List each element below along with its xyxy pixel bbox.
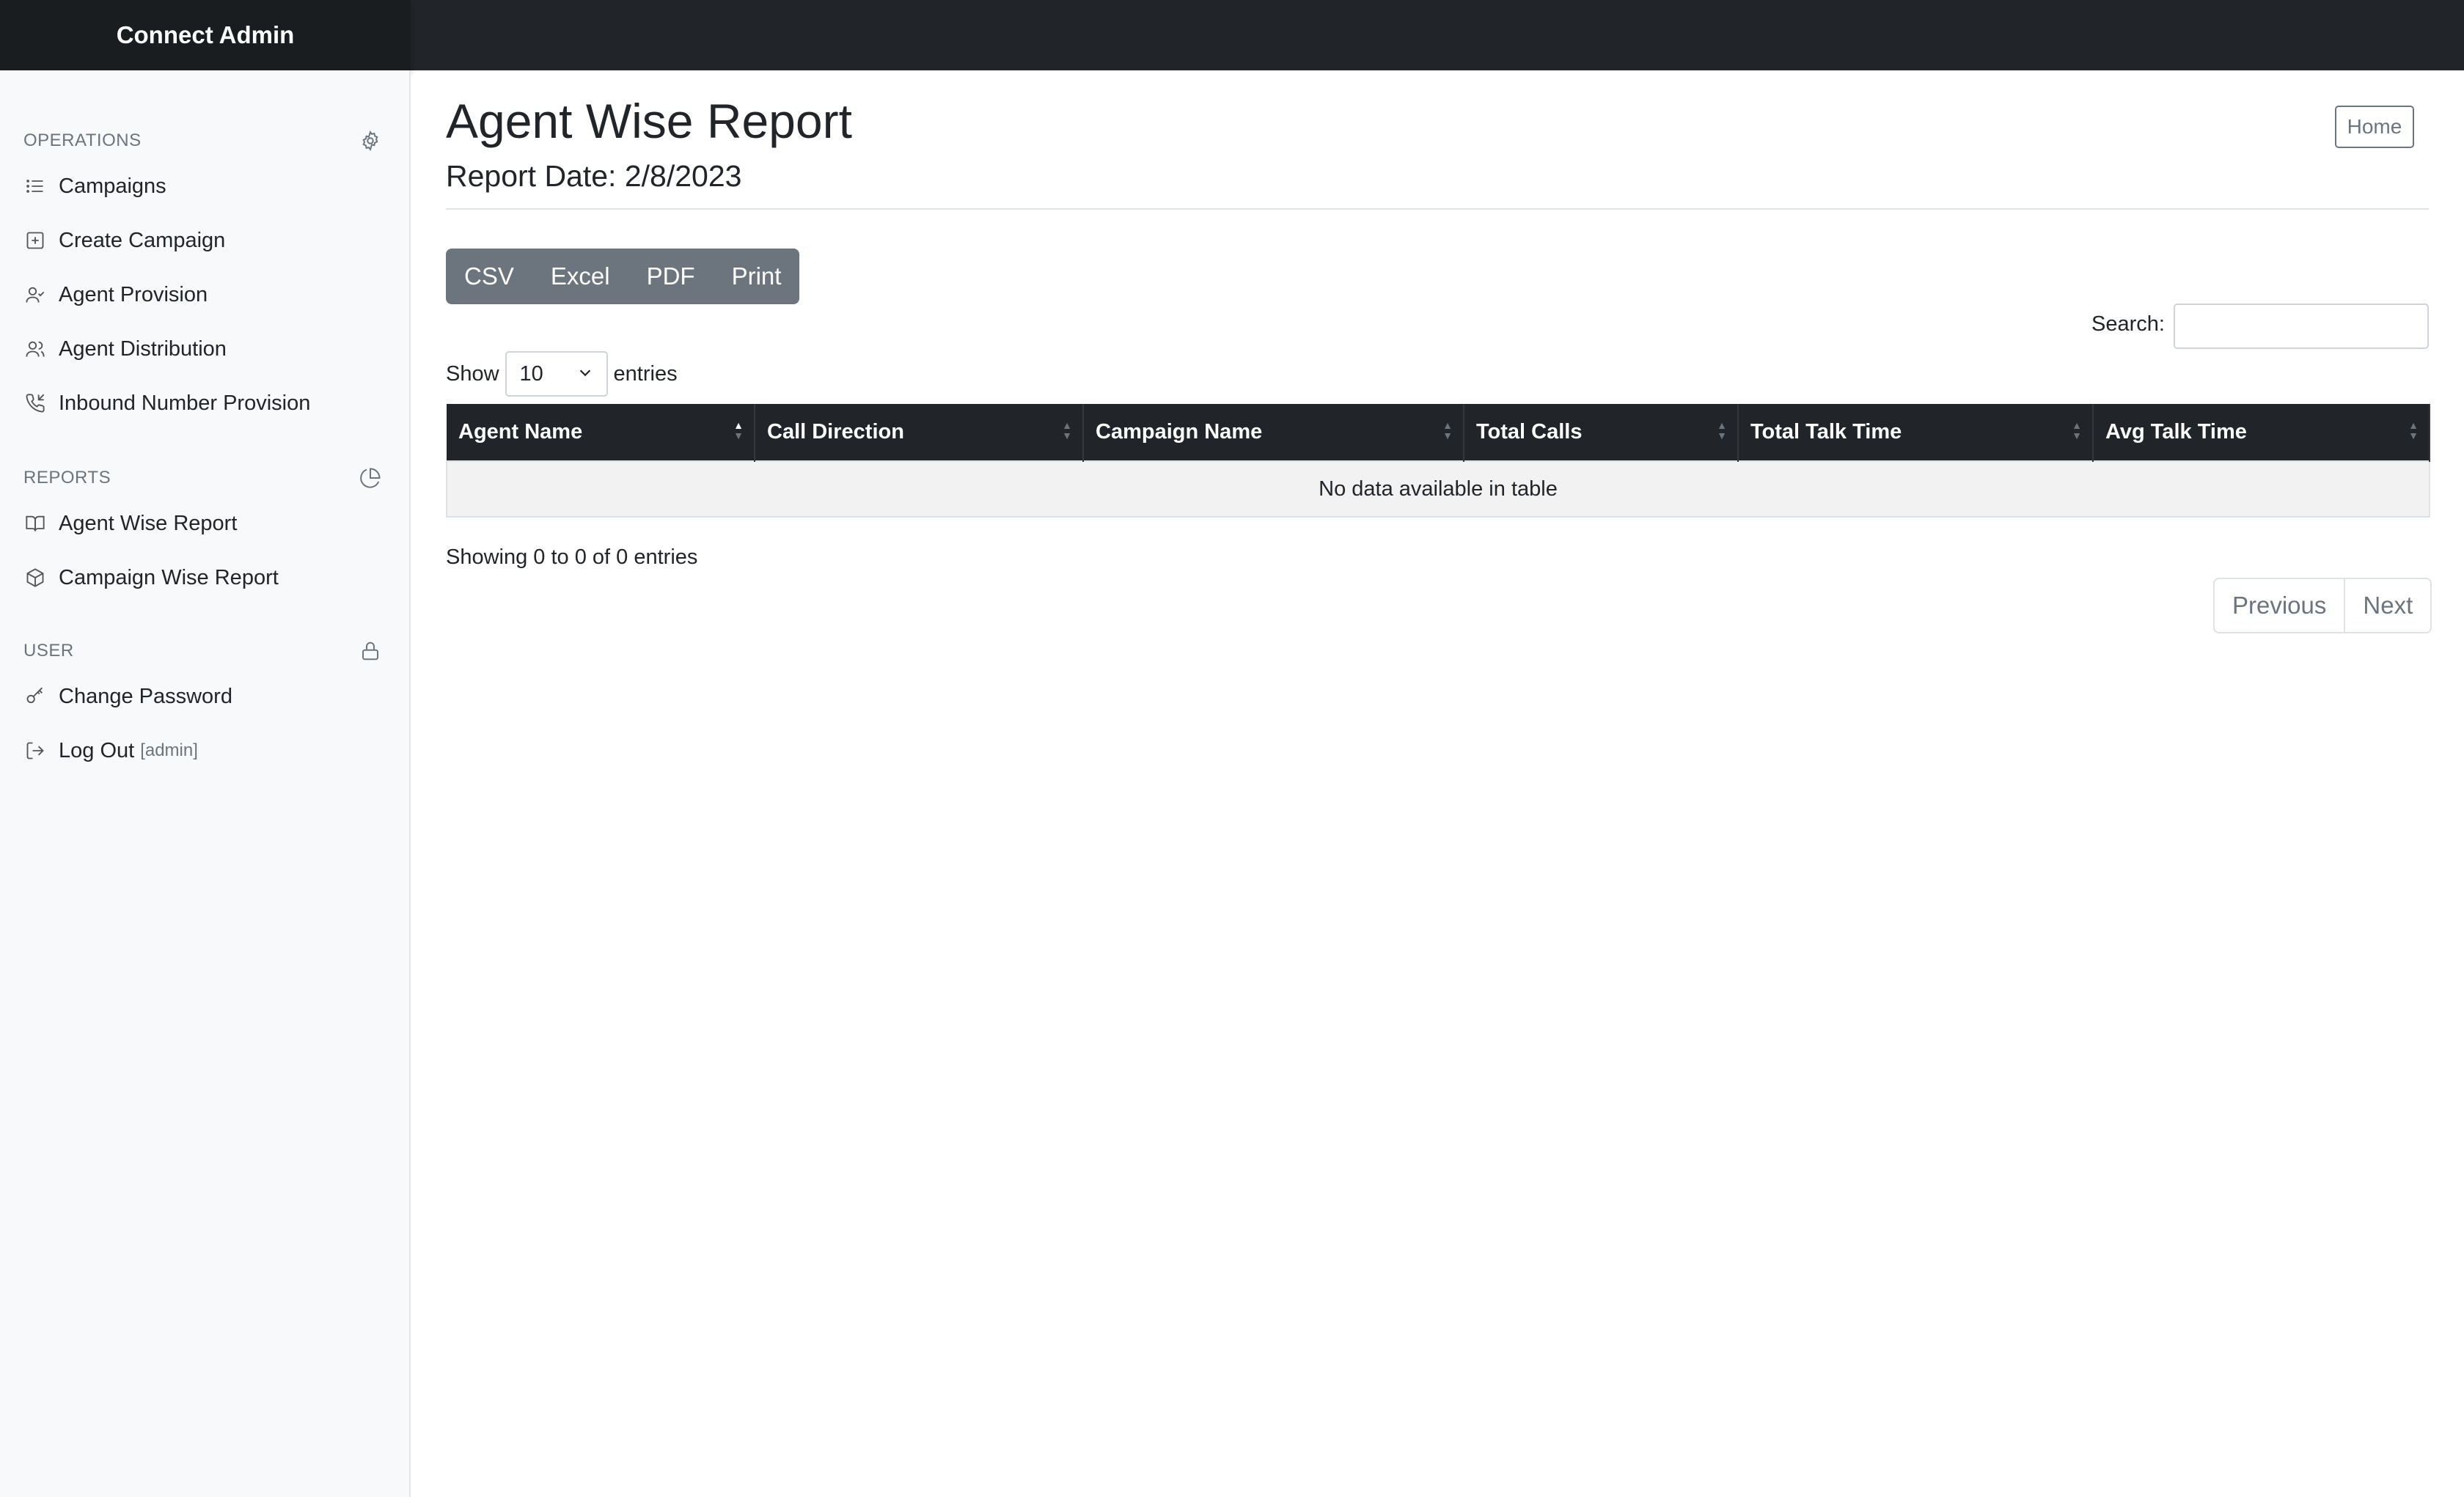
- sidebar-item-label: Campaigns: [59, 174, 166, 198]
- sidebar-heading-user: USER: [23, 636, 383, 666]
- log-out-icon: [23, 739, 47, 762]
- user-check-icon: [23, 283, 47, 306]
- sidebar-item-agent-wise-report[interactable]: Agent Wise Report: [23, 504, 390, 542]
- sidebar-item-label: Change Password: [59, 684, 232, 708]
- export-button-group: CSV Excel PDF Print: [446, 249, 800, 304]
- previous-page-button[interactable]: Previous: [2215, 579, 2344, 632]
- data-table: Agent Name ▲ ▼ Call Direction ▲ ▼ Campaign N…: [446, 404, 2430, 518]
- entries-label: entries: [613, 361, 678, 386]
- entries-length-control: Show 10 entries: [446, 350, 678, 397]
- excel-button[interactable]: Excel: [532, 249, 628, 304]
- print-button[interactable]: Print: [713, 249, 800, 304]
- sort-icon: ▲ ▼: [1442, 419, 1453, 441]
- column-header-agent-name[interactable]: Agent Name ▲ ▼: [447, 404, 755, 461]
- column-header-total-talk-time[interactable]: Total Talk Time ▲ ▼: [1738, 404, 2094, 461]
- sidebar-item-create-campaign[interactable]: Create Campaign: [23, 221, 390, 260]
- column-header-avg-talk-time[interactable]: Avg Talk Time ▲ ▼: [2093, 404, 2430, 461]
- table-header-row: Agent Name ▲ ▼ Call Direction ▲ ▼ Campaign N…: [447, 404, 2430, 461]
- page-title: Agent Wise Report: [446, 94, 852, 148]
- sidebar-heading-label: REPORTS: [23, 468, 111, 488]
- report-date: Report Date: 2/8/2023: [446, 159, 742, 193]
- search-input[interactable]: [2174, 304, 2429, 349]
- book-open-icon: [23, 512, 47, 535]
- lock-icon[interactable]: [358, 639, 383, 663]
- sort-icon: ▲ ▼: [1717, 419, 1727, 441]
- sort-icon: ▲ ▼: [733, 419, 744, 441]
- empty-table-message: No data available in table: [446, 460, 2430, 518]
- sidebar-item-label: Inbound Number Provision: [59, 391, 311, 415]
- pagination: Previous Next: [2213, 578, 2432, 633]
- plus-square-icon: [23, 229, 47, 252]
- column-header-campaign-name[interactable]: Campaign Name ▲ ▼: [1083, 404, 1464, 461]
- sort-icon: ▲ ▼: [2072, 419, 2082, 441]
- sidebar-item-agent-distribution[interactable]: Agent Distribution: [23, 330, 390, 368]
- sidebar-heading-operations: OPERATIONS: [23, 126, 383, 155]
- next-page-button[interactable]: Next: [2344, 579, 2431, 632]
- column-header-call-direction[interactable]: Call Direction ▲ ▼: [755, 404, 1084, 461]
- show-label: Show: [446, 361, 499, 386]
- chevron-down-icon: [577, 362, 593, 386]
- sidebar-item-campaign-wise-report[interactable]: Campaign Wise Report: [23, 559, 390, 597]
- sidebar-item-log-out[interactable]: Log Out [admin]: [23, 732, 390, 770]
- column-header-total-calls[interactable]: Total Calls ▲ ▼: [1464, 404, 1739, 461]
- entries-select[interactable]: 10: [505, 351, 608, 397]
- list-icon: [23, 174, 47, 198]
- box-icon: [23, 566, 47, 589]
- sidebar-item-agent-provision[interactable]: Agent Provision: [23, 276, 390, 314]
- pdf-button[interactable]: PDF: [628, 249, 714, 304]
- sidebar-item-change-password[interactable]: Change Password: [23, 677, 390, 716]
- sidebar-item-label: Agent Distribution: [59, 336, 227, 361]
- sort-icon: ▲ ▼: [2408, 419, 2419, 441]
- sidebar-heading-label: OPERATIONS: [23, 130, 142, 150]
- sort-icon: ▲ ▼: [1062, 419, 1072, 441]
- username-suffix: [admin]: [140, 740, 198, 760]
- key-icon: [23, 685, 47, 708]
- sidebar-item-label: Agent Provision: [59, 282, 208, 306]
- sidebar-item-inbound-number-provision[interactable]: Inbound Number Provision: [23, 384, 390, 422]
- entries-select-value: 10: [519, 361, 543, 386]
- sidebar-item-label: Create Campaign: [59, 228, 226, 252]
- gear-icon[interactable]: [358, 128, 383, 153]
- search-label: Search:: [2091, 312, 2165, 336]
- title-divider: [446, 208, 2429, 210]
- table-row: No data available in table: [446, 460, 2430, 518]
- sidebar-heading-reports: REPORTS: [23, 463, 383, 493]
- table-info: Showing 0 to 0 of 0 entries: [446, 545, 698, 569]
- top-navbar: Connect Admin: [0, 0, 2464, 70]
- sidebar-item-label: Agent Wise Report: [59, 511, 238, 535]
- phone-incoming-icon: [23, 391, 47, 415]
- sidebar-item-campaigns[interactable]: Campaigns: [23, 167, 390, 205]
- sidebar-heading-label: USER: [23, 641, 74, 661]
- home-button[interactable]: Home: [2335, 106, 2414, 148]
- sidebar-item-label: Campaign Wise Report: [59, 565, 279, 589]
- pie-chart-icon[interactable]: [358, 466, 383, 490]
- users-icon: [23, 337, 47, 361]
- brand-title[interactable]: Connect Admin: [0, 0, 411, 70]
- csv-button[interactable]: CSV: [446, 249, 532, 304]
- sidebar: OPERATIONS Campaigns Create Campaign Age…: [0, 70, 411, 1497]
- sidebar-item-label: Log Out: [59, 738, 135, 762]
